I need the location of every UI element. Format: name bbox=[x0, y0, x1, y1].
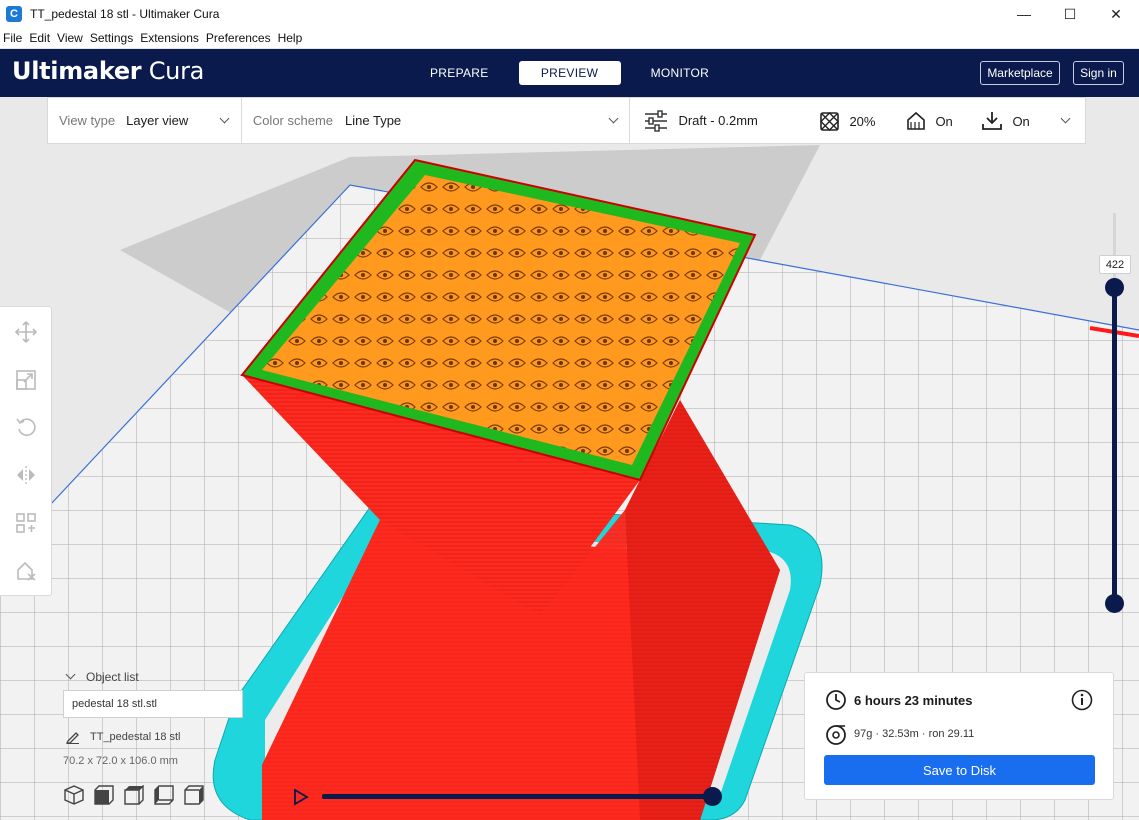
material-usage: 97g · 32.53m · ron 29.11 bbox=[854, 728, 975, 740]
mirror-tool-button[interactable] bbox=[14, 463, 38, 487]
tool-rail bbox=[0, 306, 52, 596]
sliders-icon bbox=[645, 109, 668, 132]
minimize-button[interactable]: — bbox=[1001, 0, 1047, 28]
tab-prepare[interactable]: PREPARE bbox=[412, 61, 507, 85]
color-scheme-dropdown[interactable]: Color scheme Line Type bbox=[242, 98, 631, 143]
rotate-tool-button[interactable] bbox=[14, 415, 38, 439]
play-simulation-button[interactable] bbox=[292, 788, 310, 811]
object-dimensions: 70.2 x 72.0 x 106.0 mm bbox=[63, 755, 178, 767]
menu-settings[interactable]: Settings bbox=[87, 31, 137, 45]
sign-in-button[interactable]: Sign in bbox=[1073, 61, 1124, 85]
infill-icon bbox=[820, 112, 840, 131]
top-view-icon bbox=[124, 785, 144, 805]
object-name: TT_pedestal 18 stl bbox=[90, 731, 181, 743]
simulation-slider-handle[interactable] bbox=[703, 787, 722, 806]
3d-view-button[interactable] bbox=[63, 784, 85, 806]
save-to-disk-button[interactable]: Save to Disk bbox=[824, 755, 1095, 785]
object-list-item[interactable]: pedestal 18 stl.stl bbox=[63, 690, 243, 718]
logo-light-text: Cura bbox=[148, 57, 205, 85]
print-time: 6 hours 23 minutes bbox=[854, 693, 973, 708]
right-view-button[interactable] bbox=[183, 784, 205, 806]
left-view-button[interactable] bbox=[153, 784, 175, 806]
chevron-down-icon bbox=[219, 113, 230, 124]
layer-slider-bottom-handle[interactable] bbox=[1105, 594, 1124, 613]
view-type-value: Layer view bbox=[126, 113, 189, 128]
window-title: TT_pedestal 18 stl - Ultimaker Cura bbox=[30, 7, 220, 21]
per-model-settings-button[interactable] bbox=[14, 511, 38, 535]
cura-app-icon: C bbox=[6, 6, 22, 22]
chevron-down-icon bbox=[1060, 113, 1071, 124]
close-button[interactable]: ✕ bbox=[1093, 0, 1139, 28]
profile-value: Draft - 0.2mm bbox=[678, 113, 758, 128]
front-view-icon bbox=[94, 785, 114, 805]
scale-tool-button[interactable] bbox=[14, 368, 38, 392]
title-bar: C TT_pedestal 18 stl - Ultimaker Cura — … bbox=[0, 0, 1139, 28]
clock-icon bbox=[826, 690, 846, 710]
object-list-toggle[interactable]: Object list bbox=[65, 669, 139, 684]
app-header: Ultimaker Cura PREPARE PREVIEW MONITOR M… bbox=[0, 49, 1139, 97]
tab-preview[interactable]: PREVIEW bbox=[518, 61, 621, 85]
print-output-panel: 6 hours 23 minutes 97g · 32.53m · ron 29… bbox=[804, 672, 1114, 800]
chevron-down-icon bbox=[608, 113, 619, 124]
menu-edit[interactable]: Edit bbox=[26, 31, 54, 45]
layer-number-input[interactable]: 422 bbox=[1099, 255, 1131, 274]
per-model-settings-icon bbox=[16, 513, 36, 533]
support-icon bbox=[907, 111, 926, 130]
menu-file[interactable]: File bbox=[0, 31, 26, 45]
menu-help[interactable]: Help bbox=[275, 31, 307, 45]
move-tool-button[interactable] bbox=[14, 320, 38, 344]
mirror-icon bbox=[17, 466, 35, 484]
layer-slider-track[interactable] bbox=[1112, 287, 1117, 603]
print-settings-summary[interactable]: Draft - 0.2mm 20% On On bbox=[630, 98, 1085, 143]
menu-bar: File Edit View Settings Extensions Prefe… bbox=[0, 28, 1139, 49]
move-icon bbox=[15, 321, 37, 343]
maximize-button[interactable]: ☐ bbox=[1047, 0, 1093, 28]
front-view-button[interactable] bbox=[93, 784, 115, 806]
support-blocker-icon bbox=[17, 561, 36, 581]
scale-icon bbox=[16, 370, 36, 390]
view-type-label: View type bbox=[59, 113, 116, 128]
window-controls: — ☐ ✕ bbox=[1001, 0, 1139, 28]
color-scheme-value: Line Type bbox=[345, 113, 402, 128]
tab-monitor[interactable]: MONITOR bbox=[633, 61, 728, 85]
info-icon[interactable] bbox=[1071, 689, 1093, 711]
object-name-row[interactable]: TT_pedestal 18 stl bbox=[66, 730, 181, 744]
menu-view[interactable]: View bbox=[54, 31, 87, 45]
left-view-icon bbox=[154, 785, 174, 805]
support-value: On bbox=[935, 114, 953, 129]
menu-preferences[interactable]: Preferences bbox=[203, 31, 275, 45]
menu-extensions[interactable]: Extensions bbox=[137, 31, 203, 45]
object-list-title: Object list bbox=[86, 670, 139, 684]
3d-view-icon bbox=[64, 785, 84, 805]
adhesion-value: On bbox=[1012, 114, 1030, 129]
play-icon bbox=[294, 788, 309, 806]
right-view-icon bbox=[184, 785, 204, 805]
adhesion-icon bbox=[982, 112, 1003, 130]
color-scheme-label: Color scheme bbox=[252, 113, 334, 128]
pencil-icon bbox=[66, 732, 79, 744]
filament-spool-icon bbox=[826, 725, 846, 745]
marketplace-button[interactable]: Marketplace bbox=[980, 61, 1060, 85]
infill-value: 20% bbox=[849, 114, 876, 129]
simulation-slider-track[interactable] bbox=[322, 794, 714, 799]
view-settings-panel: View type Layer view Color scheme Line T… bbox=[47, 97, 1086, 144]
layer-slider-track-empty bbox=[1113, 213, 1116, 287]
ultimaker-cura-logo: Ultimaker Cura bbox=[12, 57, 204, 85]
rotate-icon bbox=[16, 418, 36, 436]
layer-slider-top-handle[interactable] bbox=[1105, 278, 1124, 297]
support-blocker-button[interactable] bbox=[14, 559, 38, 583]
top-view-button[interactable] bbox=[123, 784, 145, 806]
logo-bold-text: Ultimaker bbox=[12, 57, 142, 85]
stage-tabs: PREPARE PREVIEW MONITOR bbox=[412, 61, 727, 85]
chevron-down-icon bbox=[65, 669, 76, 679]
view-type-dropdown[interactable]: View type Layer view bbox=[48, 98, 242, 143]
